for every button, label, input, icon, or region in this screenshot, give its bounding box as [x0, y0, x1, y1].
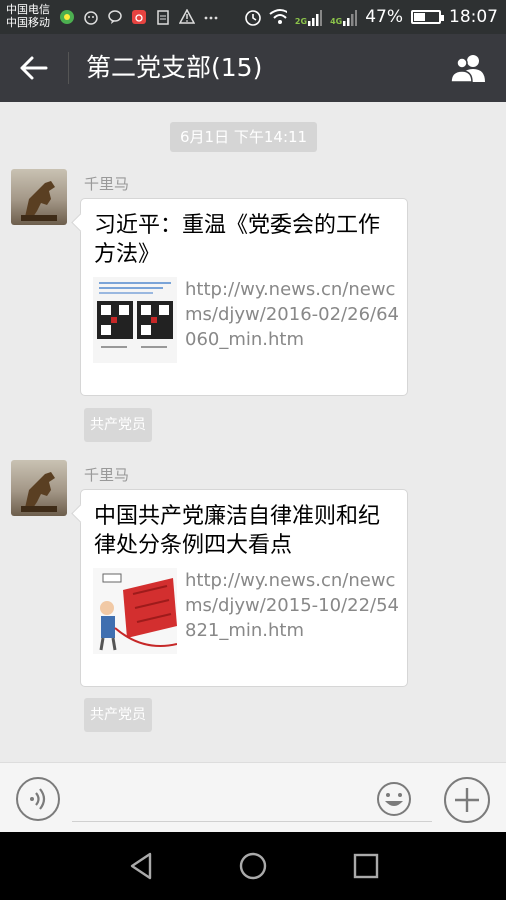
source-tag[interactable]: 共产党员 — [84, 408, 152, 442]
chat-area[interactable]: 6月1日 下午14:11 千里马 习近平：重温《党委会的工作方法》 http:/… — [0, 102, 506, 762]
chat-title: 第二党支部(15) — [86, 53, 263, 82]
square-recents-icon — [353, 853, 379, 879]
wifi-icon — [269, 8, 287, 26]
link-title: 习近平：重温《党委会的工作方法》 — [94, 213, 381, 267]
warning-icon — [178, 8, 196, 26]
link-title: 中国共产党廉洁自律准则和纪律处分条例四大看点 — [94, 504, 381, 558]
nav-home-button[interactable] — [235, 848, 271, 884]
battery-percent: 47% — [365, 7, 403, 27]
carrier-2: 中国移动 — [6, 16, 50, 29]
chat-bubble-icon — [106, 8, 124, 26]
clipboard-icon — [154, 8, 172, 26]
group-members-icon — [450, 55, 485, 83]
input-bar — [0, 762, 506, 833]
link-card[interactable]: 中国共产党廉洁自律准则和纪律处分条例四大看点 http://wy.news.cn… — [80, 489, 408, 687]
voice-icon — [30, 788, 46, 810]
signal-2-icon: 4G — [330, 8, 358, 26]
cartoon-thumbnail-icon — [93, 568, 177, 654]
link-url: http://wy.news.cn/newcms/djyw/2016-02/26… — [185, 279, 399, 350]
back-button[interactable] — [14, 50, 54, 86]
alarm-icon — [243, 8, 261, 26]
message-timestamp: 6月1日 下午14:11 — [170, 122, 318, 152]
avatar[interactable] — [11, 460, 67, 516]
plus-icon — [455, 788, 479, 812]
more-actions-button[interactable] — [444, 777, 490, 823]
sender-name: 千里马 — [84, 466, 130, 484]
status-right: 2G 4G 47% 18:07 — [243, 0, 498, 34]
title-bar: 第二党支部(15) — [0, 34, 506, 102]
horse-avatar-icon — [21, 181, 57, 221]
members-button[interactable] — [448, 52, 490, 84]
sender-name: 千里马 — [84, 175, 130, 193]
link-url: http://wy.news.cn/newcms/djyw/2015-10/22… — [185, 570, 399, 641]
carrier-1: 中国电信 — [6, 3, 50, 16]
cat-face-icon — [82, 8, 100, 26]
app-icon — [58, 8, 76, 26]
more-icon — [202, 8, 220, 26]
network-type-1: 2G — [294, 17, 308, 26]
notification-icons — [58, 8, 220, 26]
signal-1-icon: 2G — [294, 8, 323, 26]
link-card[interactable]: 习近平：重温《党委会的工作方法》 http://wy.news.cn/newcm… — [80, 198, 408, 396]
emoji-button[interactable] — [376, 781, 412, 817]
link-thumbnail — [93, 568, 177, 654]
circle-home-icon — [239, 852, 267, 880]
weibo-icon — [130, 8, 148, 26]
carrier-labels: 中国电信 中国移动 — [6, 3, 50, 29]
voice-button[interactable] — [16, 777, 60, 821]
nav-back-button[interactable] — [124, 848, 160, 884]
battery-icon — [411, 10, 444, 24]
navigation-bar — [0, 832, 506, 900]
smiley-icon — [377, 782, 411, 816]
source-tag[interactable]: 共产党员 — [84, 698, 152, 732]
horse-avatar-icon — [21, 472, 57, 512]
clock: 18:07 — [449, 7, 498, 27]
link-thumbnail — [93, 277, 177, 363]
network-type-2: 4G — [330, 17, 343, 26]
qr-codes-thumbnail-icon — [93, 277, 177, 363]
triangle-back-icon — [130, 852, 152, 880]
nav-recents-button[interactable] — [348, 848, 384, 884]
avatar[interactable] — [11, 169, 67, 225]
status-bar: 中国电信 中国移动 2G 4G 47% 18:07 — [0, 0, 506, 34]
title-divider — [68, 52, 69, 84]
back-arrow-icon — [20, 56, 48, 80]
